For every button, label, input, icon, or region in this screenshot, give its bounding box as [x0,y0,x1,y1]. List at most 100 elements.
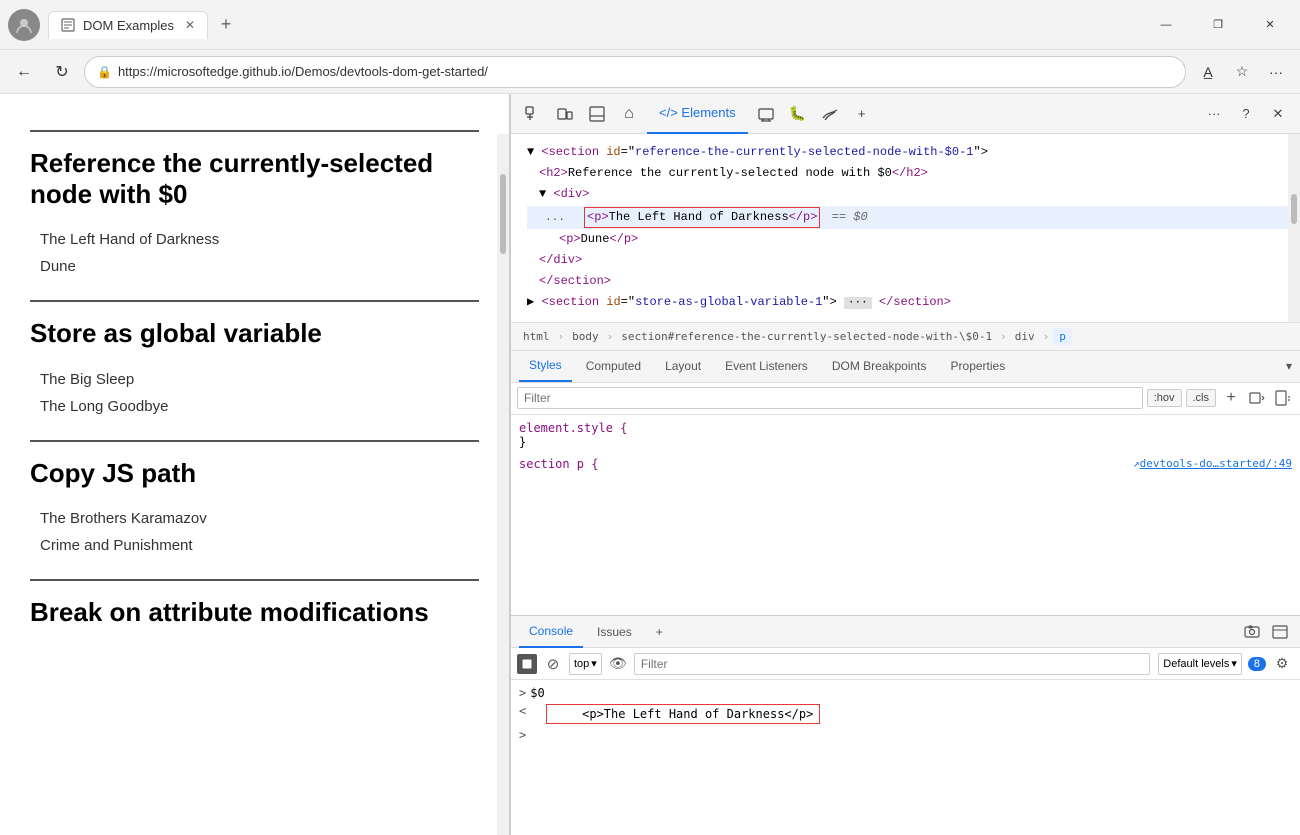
more-tabs-btn[interactable]: + [848,100,876,128]
scroll-thumb[interactable] [500,174,506,254]
inspect-styles-btn[interactable] [1272,387,1294,409]
tab-title: DOM Examples [83,18,174,33]
layout-tab[interactable]: Layout [655,351,711,383]
screenshot-btn[interactable] [1240,620,1264,644]
dom-line[interactable]: </section> [539,271,1292,292]
tab-bar: DOM Examples ✕ + [48,11,1144,39]
section4-heading: Break on attribute modifications [30,597,479,628]
network-conditions-btn[interactable] [816,100,844,128]
section1: Reference the currently-selected node wi… [30,130,479,280]
dom-line[interactable]: ▶ <section id="store-as-global-variable-… [527,292,1292,314]
dom-line[interactable]: ▼ <div> [539,184,1292,205]
dom-line-selected[interactable]: ... <p>The Left Hand of Darkness</p> == … [527,206,1292,229]
console-expand-line[interactable]: > [519,726,1292,744]
console-tab[interactable]: Console [519,616,583,648]
page-content: Reference the currently-selected node wi… [0,94,510,835]
section2-heading: Store as global variable [30,318,479,349]
section3-list: The Brothers Karamazov Crime and Punishm… [30,505,479,559]
inspect-element-btn[interactable] [519,100,547,128]
section2-list: The Big Sleep The Long Goodbye [30,366,479,420]
new-style-rule-btn[interactable] [1246,387,1268,409]
section4: Break on attribute modifications [30,579,479,628]
add-console-tab-btn[interactable]: + [646,616,673,648]
expand-arrow: ▼ [527,145,541,159]
scrollbar[interactable] [497,134,509,835]
breadcrumb-p[interactable]: p [1053,328,1072,345]
section2: Store as global variable The Big Sleep T… [30,300,479,419]
style-link-arrow: ↗ [1133,457,1140,470]
levels-label: Default levels [1163,658,1229,670]
hov-button[interactable]: :hov [1147,389,1182,407]
dom-tree: ▼ <section id="reference-the-currently-s… [511,134,1300,323]
default-levels-select[interactable]: Default levels ▾ [1158,653,1242,675]
tab-close-btn[interactable]: ✕ [185,18,195,32]
title-bar: DOM Examples ✕ + — ❐ ✕ [0,0,1300,50]
breadcrumb-bar: html › body › section#reference-the-curr… [511,323,1300,351]
elements-tab[interactable]: </> Elements [647,94,748,134]
list-item: Crime and Punishment [40,532,469,559]
bug-btn[interactable]: 🐛 [784,100,812,128]
breadcrumb-section[interactable]: section#reference-the-currently-selected… [617,328,996,345]
help-btn[interactable]: ? [1232,100,1260,128]
dom-tree-content: ▼ <section id="reference-the-currently-s… [511,138,1300,318]
minimize-button[interactable]: — [1144,9,1188,41]
close-devtools-btn[interactable]: ✕ [1264,100,1292,128]
favorites-button[interactable]: ☆ [1226,56,1258,88]
issues-tab[interactable]: Issues [587,616,642,648]
dom-scrollbar[interactable] [1288,134,1300,322]
console-dollar-input: $0 [530,686,544,700]
top-select[interactable]: top ▾ [569,653,602,675]
properties-tab[interactable]: Properties [941,351,1016,383]
more-tools-btn[interactable]: ··· [1200,100,1228,128]
device-toolbar-btn[interactable] [551,100,579,128]
console-output-line: < <p>The Left Hand of Darkness</p> [519,702,1292,726]
breadcrumb-html[interactable]: html [519,328,554,345]
window-controls: — ❐ ✕ [1144,9,1292,41]
more-button[interactable]: ··· [1260,56,1292,88]
console-toolbar: ⊘ top ▾ 👁 Default levels ▾ 8 ⚙ [511,648,1300,680]
home-btn[interactable]: ⌂ [615,100,643,128]
styles-tab[interactable]: Styles [519,351,572,383]
list-item: The Big Sleep [40,366,469,393]
dom-breakpoints-tab[interactable]: DOM Breakpoints [822,351,937,383]
dom-scroll-thumb[interactable] [1291,194,1297,224]
styles-content: element.style { } section p { devtools-d… [511,415,1300,615]
console-highlighted-output: <p>The Left Hand of Darkness</p> [546,704,820,724]
dom-line[interactable]: </div> [539,250,1292,271]
add-style-btn[interactable]: + [1220,387,1242,409]
computed-tab[interactable]: Computed [576,351,651,383]
clear-console-btn[interactable]: ⊘ [541,652,565,676]
profile-icon[interactable] [8,9,40,41]
console-gear-btn[interactable]: ⚙ [1270,652,1294,676]
console-tabs: Console Issues + [511,616,1300,648]
style-source-link[interactable]: devtools-do…started/:49 [1140,457,1292,470]
network-btn[interactable] [752,100,780,128]
dom-line[interactable]: <h2>Reference the currently-selected nod… [539,163,1292,184]
maximize-button[interactable]: ❐ [1196,9,1240,41]
close-button[interactable]: ✕ [1248,9,1292,41]
toggle-drawer-btn[interactable] [583,100,611,128]
console-settings-btn2[interactable] [1268,620,1292,644]
event-listeners-tab[interactable]: Event Listeners [715,351,818,383]
section1-list: The Left Hand of Darkness Dune [30,226,479,280]
ellipsis-btn[interactable]: ... [545,212,565,224]
console-section: Console Issues + [511,615,1300,835]
active-tab[interactable]: DOM Examples ✕ [48,11,208,39]
styles-filter-input[interactable] [517,387,1143,409]
address-bar[interactable]: 🔒 https://microsoftedge.github.io/Demos/… [84,56,1186,88]
stop-btn[interactable] [517,654,537,674]
back-button[interactable]: ← [8,56,40,88]
cls-button[interactable]: .cls [1186,389,1217,407]
read-aloud-button[interactable]: A̲ [1192,56,1224,88]
breadcrumb-body[interactable]: body [568,328,603,345]
style-rule-section-p: section p { devtools-do…started/:49 ↗ [519,457,1292,471]
chevron-down-icon[interactable]: ▾ [1286,359,1292,373]
new-tab-button[interactable]: + [212,11,240,39]
divider2 [30,300,479,302]
dom-line[interactable]: <p>Dune</p> [559,229,1292,250]
refresh-button[interactable]: ↻ [46,56,78,88]
breadcrumb-div[interactable]: div [1011,328,1039,345]
console-filter-input[interactable] [634,653,1150,675]
eye-btn[interactable]: 👁 [606,652,630,676]
dom-line[interactable]: ▼ <section id="reference-the-currently-s… [519,142,1292,163]
